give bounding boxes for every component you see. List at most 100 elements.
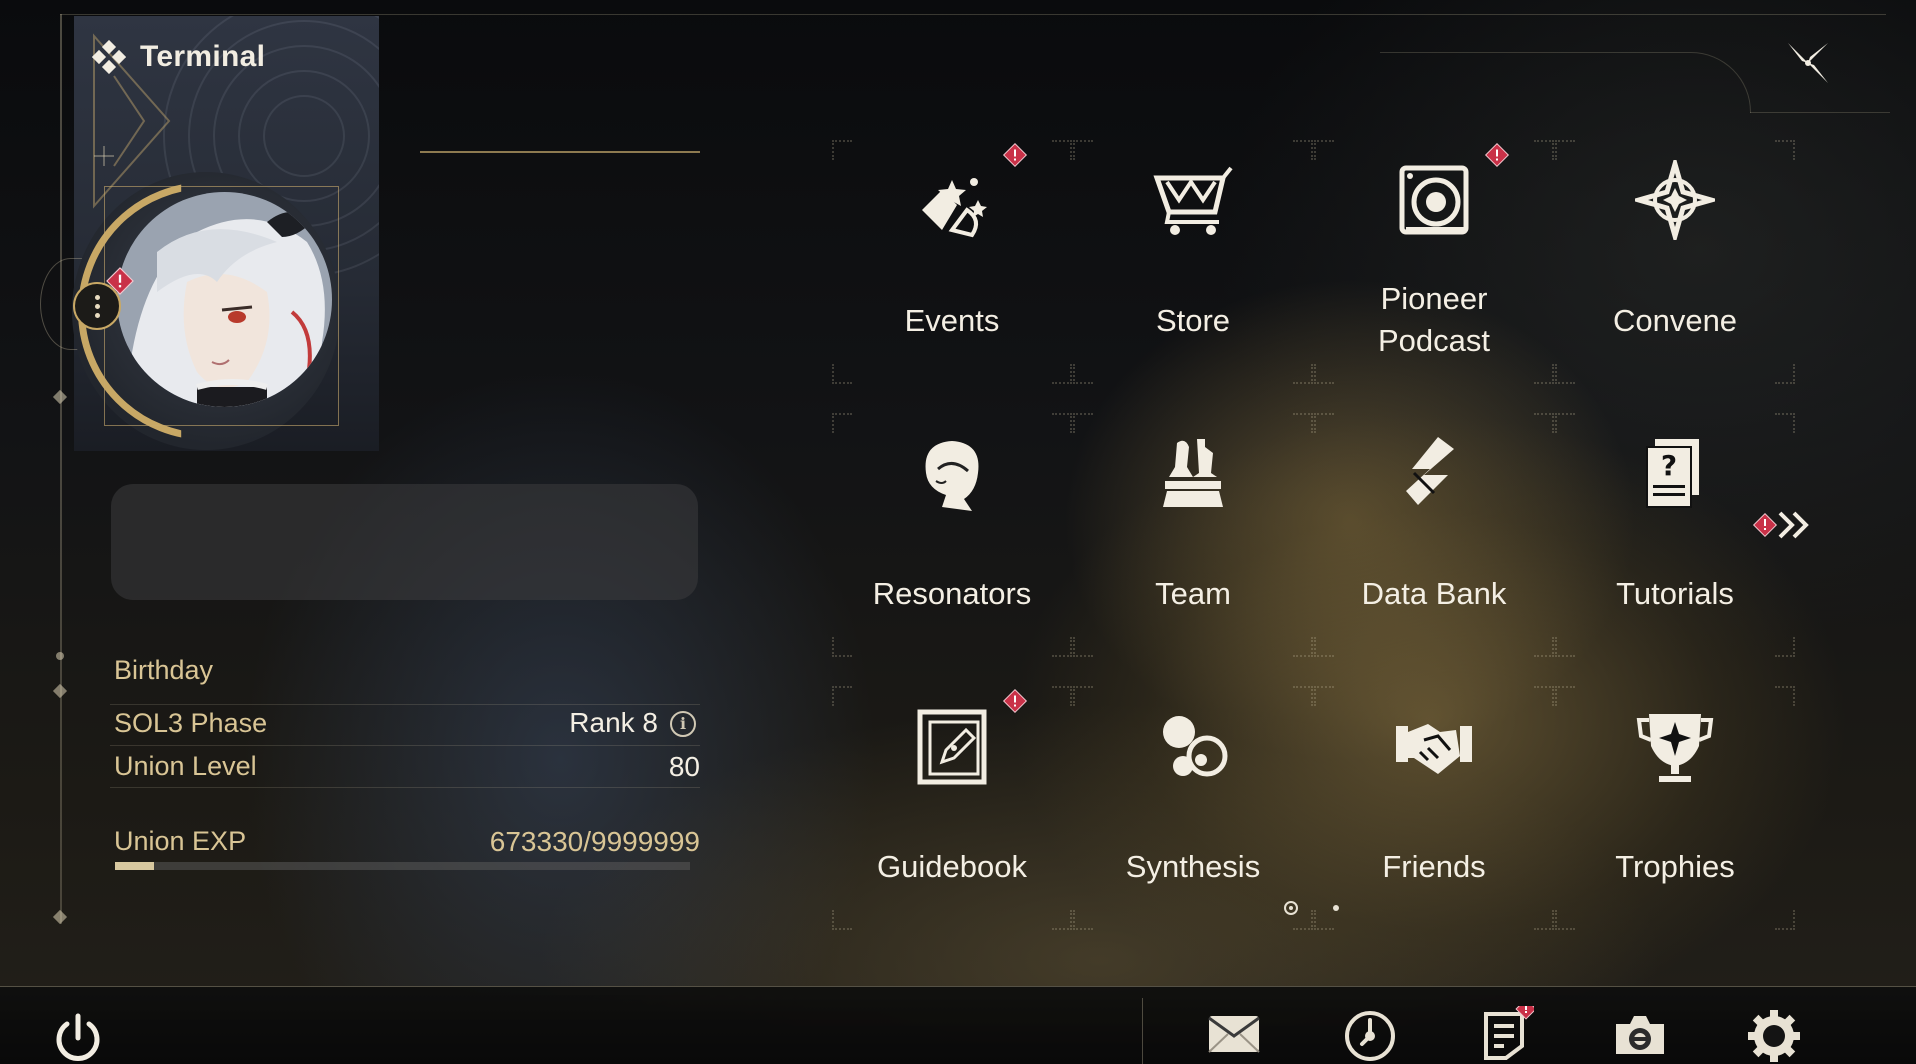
menu-tile-data-bank[interactable]: Data Bank <box>1314 413 1554 657</box>
tile-corner-mark <box>832 686 852 706</box>
more-vertical-icon <box>94 293 100 320</box>
tile-corner-mark <box>1073 413 1093 433</box>
bottom-bar-divider <box>1142 998 1143 1064</box>
clock-icon <box>1345 1011 1395 1061</box>
menu-tile-label: Convene <box>1612 303 1738 338</box>
mail-icon <box>1208 1016 1260 1053</box>
frame-curve <box>1380 52 1751 113</box>
portrait-illustration <box>117 192 332 407</box>
alert-badge-icon <box>1002 688 1028 714</box>
terminal-screen: { "window": { "title": "Terminal" }, "pr… <box>0 0 1916 1064</box>
tile-corner-mark <box>1555 637 1575 657</box>
rail-diamond <box>52 389 68 405</box>
menu-tile-synthesis[interactable]: Synthesis <box>1073 686 1313 930</box>
clock-button[interactable] <box>1342 1006 1398 1062</box>
tile-corner-mark <box>1314 413 1334 433</box>
tile-corner-mark <box>1534 413 1554 433</box>
tile-corner-mark <box>1555 413 1575 433</box>
union-exp-bar <box>115 862 690 870</box>
tile-corner-mark <box>1293 140 1313 160</box>
menu-tile-team[interactable]: Team <box>1073 413 1313 657</box>
tile-corner-mark <box>1775 140 1795 160</box>
notice-icon <box>1484 1012 1524 1060</box>
guidebook-icon <box>917 709 987 785</box>
synthesis-icon <box>1163 716 1228 777</box>
tile-corner-mark <box>1052 637 1072 657</box>
stat-divider <box>110 787 700 788</box>
tile-corner-mark <box>832 364 852 384</box>
menu-tile-convene[interactable]: Convene <box>1555 140 1795 384</box>
tile-corner-mark <box>1775 637 1795 657</box>
close-icon <box>1788 43 1828 83</box>
window-title: Terminal <box>140 40 266 73</box>
alert-badge-icon <box>1752 512 1778 538</box>
menu-tile-label: Guidebook <box>877 849 1027 884</box>
resonator-icon <box>925 441 979 511</box>
terminal-logo-icon <box>92 40 126 74</box>
tile-corner-mark <box>1775 413 1795 433</box>
databank-icon <box>1406 437 1454 505</box>
phase-info-icon[interactable]: i <box>670 711 696 737</box>
notice-button[interactable] <box>1478 1006 1534 1062</box>
cart-icon <box>1153 166 1233 235</box>
tile-corner-mark <box>1555 140 1575 160</box>
stat-divider <box>110 745 700 746</box>
profile-options-button[interactable] <box>73 282 121 330</box>
menu-tile-friends[interactable]: Friends <box>1314 686 1554 930</box>
tile-corner-mark <box>1293 637 1313 657</box>
menu-tile-label: Data Bank <box>1361 576 1507 611</box>
handshake-icon <box>1396 724 1472 774</box>
events-icon <box>922 178 987 238</box>
tile-corner-mark <box>1555 910 1575 930</box>
mail-button[interactable] <box>1206 1006 1262 1062</box>
menu-tile-guidebook[interactable]: Guidebook <box>832 686 1072 930</box>
signature-field[interactable] <box>111 484 698 600</box>
menu-tile-trophies[interactable]: Trophies <box>1555 686 1795 930</box>
menu-tile-pioneer-podcast[interactable]: Pioneer Podcast <box>1314 140 1554 384</box>
tutorial-icon: ? <box>1646 439 1699 508</box>
tile-corner-mark <box>832 413 852 433</box>
menu-tile-label: Events <box>904 303 1000 338</box>
tile-corner-mark <box>1293 910 1313 930</box>
tile-corner-mark <box>1314 140 1334 160</box>
union-level-value: 80 <box>668 751 700 782</box>
menu-tile-label: Team <box>1155 576 1231 611</box>
phase-value: Rank 8 <box>569 707 658 738</box>
next-page-button[interactable] <box>1750 505 1816 545</box>
tile-corner-mark <box>1293 364 1313 384</box>
settings-button[interactable] <box>1746 1006 1802 1062</box>
camera-button[interactable] <box>1612 1006 1668 1062</box>
menu-tile-label: Store <box>1155 303 1231 338</box>
tile-corner-mark <box>1314 637 1334 657</box>
tile-corner-mark <box>1534 140 1554 160</box>
menu-tile-label: Friends <box>1382 849 1486 884</box>
tile-corner-mark <box>1534 686 1554 706</box>
tile-corner-mark <box>1314 364 1334 384</box>
tile-corner-mark <box>832 140 852 160</box>
menu-tile-store[interactable]: Store <box>1073 140 1313 384</box>
tile-corner-mark <box>1534 910 1554 930</box>
tile-corner-mark <box>1293 686 1313 706</box>
tile-corner-mark <box>1052 413 1072 433</box>
tile-corner-mark <box>1775 364 1795 384</box>
menu-tile-label: Tutorials <box>1616 576 1734 611</box>
union-exp-value: 673330/9999999 <box>489 826 700 857</box>
tile-corner-mark <box>832 637 852 657</box>
page-indicator-active[interactable] <box>1284 901 1298 915</box>
menu-tile-events[interactable]: Events <box>832 140 1072 384</box>
power-button[interactable] <box>50 1010 106 1064</box>
avatar-portrait <box>117 192 332 407</box>
alert-badge-icon <box>1484 142 1510 168</box>
tile-corner-mark <box>1314 910 1334 930</box>
double-chevron-right-icon <box>1778 511 1809 539</box>
close-button[interactable] <box>1780 35 1836 91</box>
menu-tile-resonators[interactable]: Resonators <box>832 413 1072 657</box>
tile-corner-mark <box>1052 686 1072 706</box>
tile-corner-mark <box>1293 413 1313 433</box>
camera-icon <box>1616 1016 1664 1054</box>
power-icon <box>56 1013 100 1061</box>
birthday-label: Birthday <box>114 655 214 685</box>
page-indicator[interactable] <box>1333 905 1339 911</box>
tile-corner-mark <box>1073 637 1093 657</box>
player-name-underline <box>420 151 700 153</box>
